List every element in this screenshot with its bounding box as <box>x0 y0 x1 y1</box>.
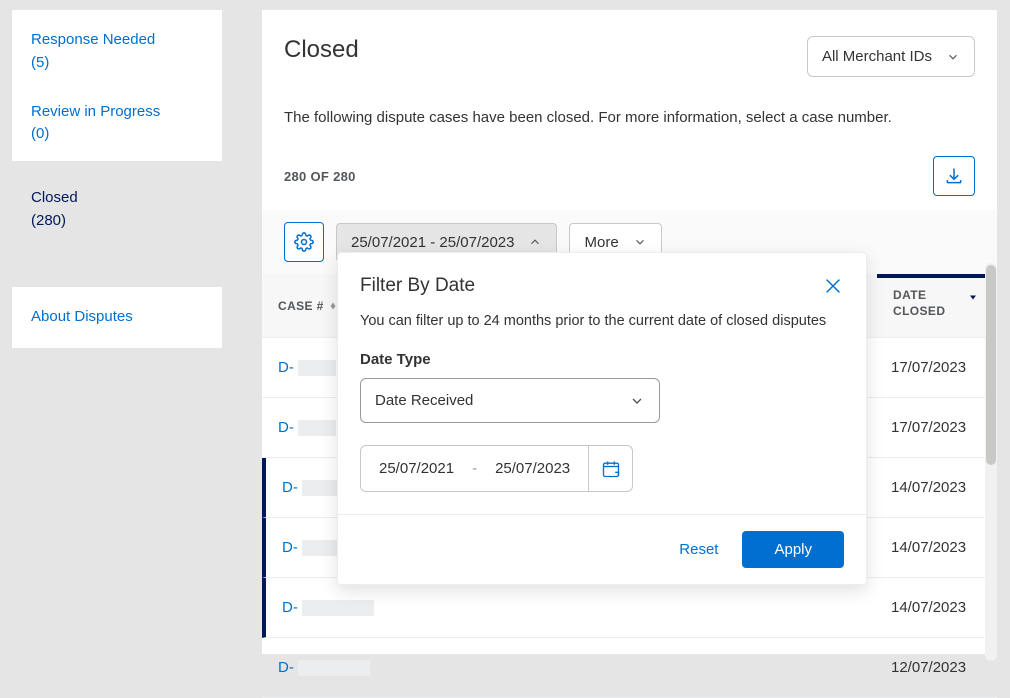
calendar-button[interactable] <box>589 445 633 492</box>
case-link[interactable]: D- <box>278 659 294 676</box>
sidebar-item-response-needed[interactable]: Response Needed <box>31 29 203 52</box>
date-closed-cell: 14/07/2023 <box>877 599 997 616</box>
result-count: 280 OF 280 <box>284 169 356 184</box>
sidebar: Response Needed (5) Review in Progress (… <box>12 10 222 366</box>
date-range: 25/07/2021 - 25/07/2023 <box>360 445 844 492</box>
table-row[interactable]: D- 14/07/2023 <box>262 578 997 638</box>
sidebar-count-response-needed: (5) <box>31 54 203 71</box>
sidebar-item-closed[interactable]: Closed (280) <box>12 179 222 232</box>
chevron-down-icon <box>629 393 645 409</box>
count-row: 280 OF 280 <box>262 144 997 196</box>
redacted <box>302 600 374 616</box>
settings-button[interactable] <box>284 222 324 262</box>
scrollbar-thumb[interactable] <box>986 265 996 465</box>
date-type-value: Date Received <box>375 392 473 409</box>
subtitle-text: The following dispute cases have been cl… <box>262 85 997 144</box>
th-date-closed-label: DATE CLOSED <box>893 288 961 319</box>
case-link[interactable]: D- <box>278 359 294 376</box>
more-label: More <box>584 234 618 251</box>
date-closed-cell: 17/07/2023 <box>877 419 997 436</box>
date-closed-cell: 17/07/2023 <box>877 359 997 376</box>
date-type-label: Date Type <box>360 351 844 368</box>
chevron-up-icon <box>528 235 542 249</box>
table-row[interactable]: D- 12/07/2023 <box>262 638 997 698</box>
close-button[interactable] <box>822 275 844 297</box>
redacted <box>298 660 370 676</box>
scrollbar[interactable] <box>985 263 997 661</box>
sidebar-item-review[interactable]: Review in Progress <box>31 101 203 124</box>
date-closed-cell: 14/07/2023 <box>877 539 997 556</box>
gear-icon <box>294 232 314 252</box>
start-date: 25/07/2021 <box>379 460 454 477</box>
close-icon <box>822 275 844 297</box>
calendar-icon <box>601 459 621 479</box>
main-header: Closed All Merchant IDs <box>262 10 997 85</box>
popover-title: Filter By Date <box>360 275 475 297</box>
date-range-input[interactable]: 25/07/2021 - 25/07/2023 <box>360 445 589 492</box>
download-icon <box>944 166 964 186</box>
download-button[interactable] <box>933 156 975 196</box>
sidebar-label-closed: Closed <box>31 187 203 210</box>
merchant-select[interactable]: All Merchant IDs <box>807 36 975 77</box>
merchant-select-label: All Merchant IDs <box>822 48 932 65</box>
date-closed-cell: 14/07/2023 <box>877 479 997 496</box>
sidebar-card-about: About Disputes <box>12 287 222 348</box>
date-type-select[interactable]: Date Received <box>360 378 660 423</box>
case-link[interactable]: D- <box>282 539 298 556</box>
th-date-closed[interactable]: DATE CLOSED <box>877 274 997 337</box>
popover-help-text: You can filter up to 24 months prior to … <box>360 313 844 329</box>
th-case-label: CASE # <box>278 299 324 313</box>
reset-button[interactable]: Reset <box>679 541 718 558</box>
apply-button[interactable]: Apply <box>742 531 844 568</box>
redacted <box>298 420 336 436</box>
sidebar-item-about[interactable]: About Disputes <box>31 306 203 329</box>
chevron-down-icon <box>633 235 647 249</box>
page-title: Closed <box>284 36 359 64</box>
end-date: 25/07/2023 <box>495 460 570 477</box>
popover-footer: Reset Apply <box>338 514 866 584</box>
date-filter-label: 25/07/2021 - 25/07/2023 <box>351 234 514 251</box>
date-closed-cell: 12/07/2023 <box>877 659 997 676</box>
case-link[interactable]: D- <box>282 599 298 616</box>
case-link[interactable]: D- <box>278 419 294 436</box>
filter-date-popover: Filter By Date You can filter up to 24 m… <box>337 252 867 585</box>
chevron-down-icon <box>946 50 960 64</box>
sidebar-count-closed: (280) <box>31 210 203 233</box>
redacted <box>298 360 336 376</box>
sidebar-count-review: (0) <box>31 125 203 142</box>
date-separator: - <box>472 460 477 477</box>
sidebar-card-statuses: Response Needed (5) Review in Progress (… <box>12 10 222 161</box>
case-link[interactable]: D- <box>282 479 298 496</box>
sort-desc-icon <box>967 291 979 303</box>
